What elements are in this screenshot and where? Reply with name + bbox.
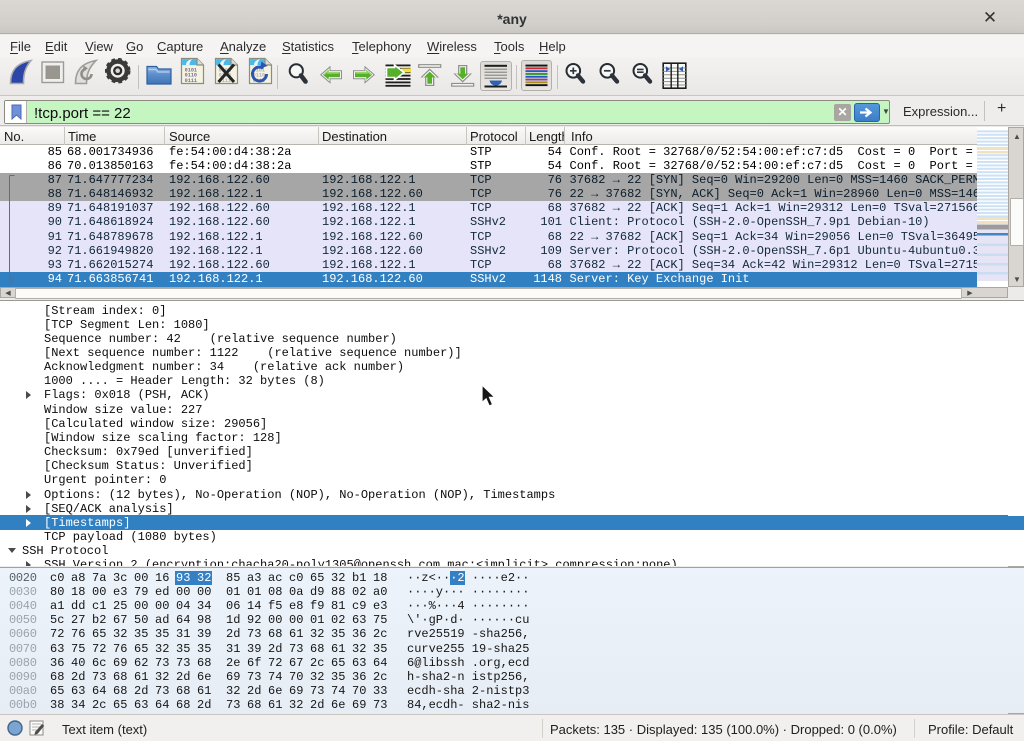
svg-text:0111: 0111 xyxy=(185,78,197,84)
